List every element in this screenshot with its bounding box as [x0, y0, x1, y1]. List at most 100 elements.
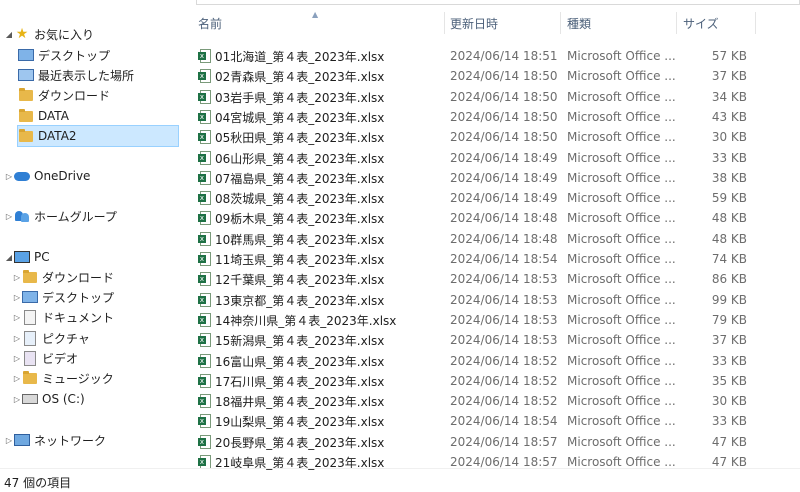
file-row[interactable]: x 08茨城県_第４表_2023年.xlsx 2024/06/14 18:49 Mic… — [190, 188, 800, 208]
nav-pc-os-drive[interactable]: ▷ OS (C:) — [12, 389, 85, 409]
navigation-pane[interactable]: ◢ ★ お気に入り デスクトップ 最近表示した場所 ダウンロード DATA DA… — [0, 8, 182, 468]
collapsed-arrow-icon[interactable]: ▷ — [12, 374, 22, 383]
column-header-row: ▲ 名前 更新日時 種類 サイズ — [190, 8, 800, 38]
file-size: 48 KB — [711, 232, 747, 246]
file-name-cell[interactable]: x 02青森県_第４表_2023年.xlsx — [198, 66, 384, 86]
file-row[interactable]: x 18福井県_第４表_2023年.xlsx 2024/06/14 18:52 Mic… — [190, 391, 800, 411]
file-name-cell[interactable]: x 09栃木県_第４表_2023年.xlsx — [198, 208, 384, 228]
file-row[interactable]: x 07福島県_第４表_2023年.xlsx 2024/06/14 18:49 Mic… — [190, 168, 800, 188]
collapsed-arrow-icon[interactable]: ▷ — [12, 273, 22, 282]
column-divider[interactable] — [755, 12, 756, 34]
file-size: 74 KB — [711, 252, 747, 266]
file-name-cell[interactable]: x 07福島県_第４表_2023年.xlsx — [198, 168, 384, 188]
file-name-cell[interactable]: x 05秋田県_第４表_2023年.xlsx — [198, 127, 384, 147]
file-row[interactable]: x 16富山県_第４表_2023年.xlsx 2024/06/14 18:52 Mic… — [190, 351, 800, 371]
nav-favorite-data2[interactable]: DATA2 — [17, 125, 179, 147]
file-name-cell[interactable]: x 11埼玉県_第４表_2023年.xlsx — [198, 249, 384, 269]
nav-favorite-data[interactable]: DATA — [18, 106, 69, 126]
file-row[interactable]: x 12千葉県_第４表_2023年.xlsx 2024/06/14 18:53 Mic… — [190, 269, 800, 289]
column-divider[interactable] — [560, 12, 561, 34]
nav-favorite-downloads[interactable]: ダウンロード — [18, 85, 110, 105]
file-name-cell[interactable]: x 21岐阜県_第４表_2023年.xlsx — [198, 452, 384, 472]
column-divider[interactable] — [444, 12, 445, 34]
collapsed-arrow-icon[interactable]: ▷ — [12, 395, 22, 404]
file-row[interactable]: x 14神奈川県_第４表_2023年.xlsx 2024/06/14 18:53 Mi… — [190, 310, 800, 330]
file-name: 20長野県_第４表_2023年.xlsx — [215, 435, 385, 450]
file-date: 2024/06/14 18:54 — [450, 252, 558, 266]
column-header-date[interactable]: 更新日時 — [450, 8, 498, 38]
file-name-cell[interactable]: x 12千葉県_第４表_2023年.xlsx — [198, 269, 384, 289]
file-row[interactable]: x 09栃木県_第４表_2023年.xlsx 2024/06/14 18:48 Mic… — [190, 208, 800, 228]
file-date: 2024/06/14 18:52 — [450, 394, 558, 408]
collapsed-arrow-icon[interactable]: ▷ — [4, 436, 14, 445]
nav-favorite-recent-places[interactable]: 最近表示した場所 — [18, 65, 134, 85]
expanded-arrow-icon[interactable]: ◢ — [4, 30, 14, 39]
collapsed-arrow-icon[interactable]: ▷ — [4, 212, 14, 221]
file-name-cell[interactable]: x 08茨城県_第４表_2023年.xlsx — [198, 188, 384, 208]
nav-network[interactable]: ▷ ネットワーク — [4, 430, 106, 450]
file-name-cell[interactable]: x 13東京都_第４表_2023年.xlsx — [198, 290, 384, 310]
file-date: 2024/06/14 18:52 — [450, 374, 558, 388]
file-row[interactable]: x 02青森県_第４表_2023年.xlsx 2024/06/14 18:50 Mic… — [190, 66, 800, 86]
nav-pc-music[interactable]: ▷ ミュージック — [12, 368, 114, 388]
file-name-cell[interactable]: x 10群馬県_第４表_2023年.xlsx — [198, 229, 384, 249]
file-name-cell[interactable]: x 18福井県_第４表_2023年.xlsx — [198, 391, 384, 411]
address-bar-edge[interactable] — [196, 0, 800, 5]
file-type: Microsoft Office ... — [567, 211, 676, 225]
file-name-cell[interactable]: x 19山梨県_第４表_2023年.xlsx — [198, 411, 384, 431]
nav-onedrive[interactable]: ▷ OneDrive — [4, 166, 91, 186]
collapsed-arrow-icon[interactable]: ▷ — [12, 313, 22, 322]
file-row[interactable]: x 17石川県_第４表_2023年.xlsx 2024/06/14 18:52 Mic… — [190, 371, 800, 391]
file-name: 14神奈川県_第４表_2023年.xlsx — [215, 313, 397, 328]
file-row[interactable]: x 13東京都_第４表_2023年.xlsx 2024/06/14 18:53 Mic… — [190, 290, 800, 310]
file-row[interactable]: x 20長野県_第４表_2023年.xlsx 2024/06/14 18:57 Mic… — [190, 432, 800, 452]
file-row[interactable]: x 03岩手県_第４表_2023年.xlsx 2024/06/14 18:50 Mic… — [190, 87, 800, 107]
file-name-cell[interactable]: x 20長野県_第４表_2023年.xlsx — [198, 432, 384, 452]
nav-pc[interactable]: ◢ PC — [4, 247, 50, 267]
nav-pc-documents[interactable]: ▷ ドキュメント — [12, 307, 114, 327]
file-row[interactable]: x 04宮城県_第４表_2023年.xlsx 2024/06/14 18:50 Mic… — [190, 107, 800, 127]
nav-favorite-desktop[interactable]: デスクトップ — [18, 45, 110, 65]
file-row[interactable]: x 06山形県_第４表_2023年.xlsx 2024/06/14 18:49 Mic… — [190, 148, 800, 168]
recent-places-icon — [18, 67, 34, 83]
file-name-cell[interactable]: x 16富山県_第４表_2023年.xlsx — [198, 351, 384, 371]
file-row[interactable]: x 10群馬県_第４表_2023年.xlsx 2024/06/14 18:48 Mic… — [190, 229, 800, 249]
file-name-cell[interactable]: x 06山形県_第４表_2023年.xlsx — [198, 148, 384, 168]
expanded-arrow-icon[interactable]: ◢ — [4, 253, 14, 262]
collapsed-arrow-icon[interactable]: ▷ — [12, 293, 22, 302]
excel-file-icon: x — [198, 110, 211, 124]
file-row[interactable]: x 19山梨県_第４表_2023年.xlsx 2024/06/14 18:54 Mic… — [190, 411, 800, 431]
column-header-size[interactable]: サイズ — [683, 8, 719, 38]
nav-pc-pictures[interactable]: ▷ ピクチャ — [12, 328, 90, 348]
file-size: 59 KB — [711, 191, 747, 205]
file-name-cell[interactable]: x 15新潟県_第４表_2023年.xlsx — [198, 330, 384, 350]
nav-pc-videos[interactable]: ▷ ビデオ — [12, 348, 78, 368]
file-name-cell[interactable]: x 04宮城県_第４表_2023年.xlsx — [198, 107, 384, 127]
excel-file-icon: x — [198, 232, 211, 246]
file-type: Microsoft Office ... — [567, 313, 676, 327]
collapsed-arrow-icon[interactable]: ▷ — [12, 334, 22, 343]
nav-homegroup[interactable]: ▷ ホームグループ — [4, 206, 117, 226]
file-size: 33 KB — [711, 414, 747, 428]
file-name-cell[interactable]: x 17石川県_第４表_2023年.xlsx — [198, 371, 384, 391]
excel-file-icon: x — [198, 313, 211, 327]
collapsed-arrow-icon[interactable]: ▷ — [4, 172, 14, 181]
nav-pc-downloads[interactable]: ▷ ダウンロード — [12, 267, 114, 287]
file-row[interactable]: x 05秋田県_第４表_2023年.xlsx 2024/06/14 18:50 Mic… — [190, 127, 800, 147]
videos-icon — [22, 350, 38, 366]
column-header-name[interactable]: 名前 — [198, 8, 222, 38]
file-name-cell[interactable]: x 03岩手県_第４表_2023年.xlsx — [198, 87, 384, 107]
file-row[interactable]: x 21岐阜県_第４表_2023年.xlsx 2024/06/14 18:57 Mic… — [190, 452, 800, 472]
file-row[interactable]: x 11埼玉県_第４表_2023年.xlsx 2024/06/14 18:54 Mic… — [190, 249, 800, 269]
file-name-cell[interactable]: x 01北海道_第４表_2023年.xlsx — [198, 46, 384, 66]
nav-favorites[interactable]: ◢ ★ お気に入り — [4, 24, 94, 44]
column-header-type[interactable]: 種類 — [567, 8, 591, 38]
nav-pc-desktop[interactable]: ▷ デスクトップ — [12, 287, 114, 307]
collapsed-arrow-icon[interactable]: ▷ — [12, 354, 22, 363]
column-divider[interactable] — [676, 12, 677, 34]
file-list[interactable]: ▲ 名前 更新日時 種類 サイズ x 01北海道_第４表_2023年.xlsx 20… — [190, 8, 800, 470]
file-name-cell[interactable]: x 14神奈川県_第４表_2023年.xlsx — [198, 310, 396, 330]
file-row[interactable]: x 01北海道_第４表_2023年.xlsx 2024/06/14 18:51 Mic… — [190, 46, 800, 66]
excel-file-icon: x — [198, 130, 211, 144]
file-row[interactable]: x 15新潟県_第４表_2023年.xlsx 2024/06/14 18:53 Mic… — [190, 330, 800, 350]
